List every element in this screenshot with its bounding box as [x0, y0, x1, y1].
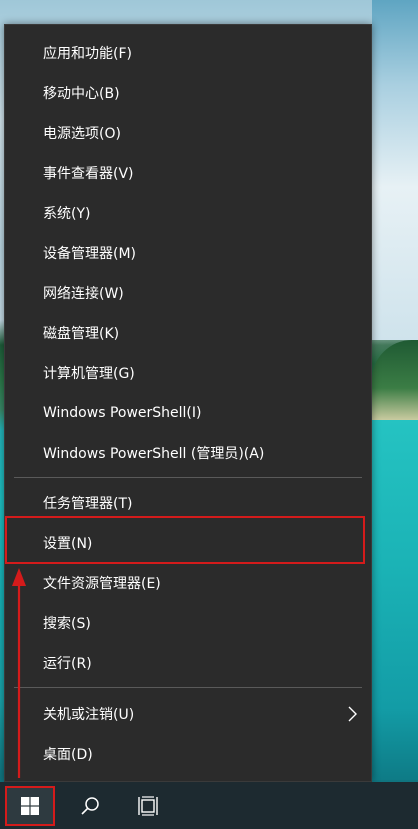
taskbar — [0, 782, 418, 829]
wallpaper-sky — [372, 0, 418, 340]
winx-context-menu: 应用和功能(F) 移动中心(B) 电源选项(O) 事件查看器(V) 系统(Y) … — [4, 24, 372, 782]
menu-item-shutdown-signout[interactable]: 关机或注销(U) — [5, 694, 371, 734]
menu-item-label: 磁盘管理(K) — [43, 326, 120, 342]
menu-item-apps-features[interactable]: 应用和功能(F) — [5, 33, 371, 73]
task-view-button[interactable] — [125, 788, 173, 824]
menu-item-label: Windows PowerShell (管理员)(A) — [43, 446, 265, 462]
menu-item-label: 关机或注销(U) — [43, 707, 135, 723]
search-icon — [81, 797, 99, 815]
menu-item-system[interactable]: 系统(Y) — [5, 193, 371, 233]
chevron-right-icon — [348, 706, 357, 722]
menu-item-device-manager[interactable]: 设备管理器(M) — [5, 233, 371, 273]
menu-item-label: 网络连接(W) — [43, 286, 124, 302]
menu-item-mobility-center[interactable]: 移动中心(B) — [5, 73, 371, 113]
menu-item-label: 设备管理器(M) — [43, 246, 137, 262]
menu-item-label: Windows PowerShell(I) — [43, 405, 202, 421]
menu-item-task-manager[interactable]: 任务管理器(T) — [5, 483, 371, 523]
start-button[interactable] — [5, 786, 55, 826]
wallpaper-island — [372, 340, 418, 420]
menu-item-search[interactable]: 搜索(S) — [5, 603, 371, 643]
menu-item-run[interactable]: 运行(R) — [5, 643, 371, 683]
menu-item-file-explorer[interactable]: 文件资源管理器(E) — [5, 563, 371, 603]
menu-item-label: 设置(N) — [43, 536, 93, 552]
menu-item-computer-management[interactable]: 计算机管理(G) — [5, 353, 371, 393]
menu-item-label: 移动中心(B) — [43, 86, 120, 102]
menu-item-powershell[interactable]: Windows PowerShell(I) — [5, 393, 371, 433]
menu-item-label: 搜索(S) — [43, 616, 91, 632]
menu-separator — [14, 477, 362, 478]
search-button[interactable] — [66, 788, 114, 824]
menu-item-network-connections[interactable]: 网络连接(W) — [5, 273, 371, 313]
menu-item-powershell-admin[interactable]: Windows PowerShell (管理员)(A) — [5, 433, 371, 473]
menu-item-label: 文件资源管理器(E) — [43, 576, 161, 592]
menu-item-event-viewer[interactable]: 事件查看器(V) — [5, 153, 371, 193]
menu-item-label: 电源选项(O) — [43, 126, 121, 142]
menu-separator — [14, 687, 362, 688]
menu-item-power-options[interactable]: 电源选项(O) — [5, 113, 371, 153]
menu-item-label: 计算机管理(G) — [43, 366, 135, 382]
menu-item-desktop[interactable]: 桌面(D) — [5, 734, 371, 774]
menu-item-disk-management[interactable]: 磁盘管理(K) — [5, 313, 371, 353]
menu-item-label: 事件查看器(V) — [43, 166, 134, 182]
wallpaper-sea — [372, 420, 418, 780]
menu-item-label: 运行(R) — [43, 656, 92, 672]
task-view-icon — [138, 796, 158, 816]
menu-item-label: 应用和功能(F) — [43, 46, 132, 62]
menu-item-label: 系统(Y) — [43, 206, 91, 222]
menu-item-label: 任务管理器(T) — [43, 496, 133, 512]
menu-item-settings[interactable]: 设置(N) — [5, 523, 371, 563]
windows-start-icon — [21, 797, 39, 815]
menu-item-label: 桌面(D) — [43, 747, 93, 763]
